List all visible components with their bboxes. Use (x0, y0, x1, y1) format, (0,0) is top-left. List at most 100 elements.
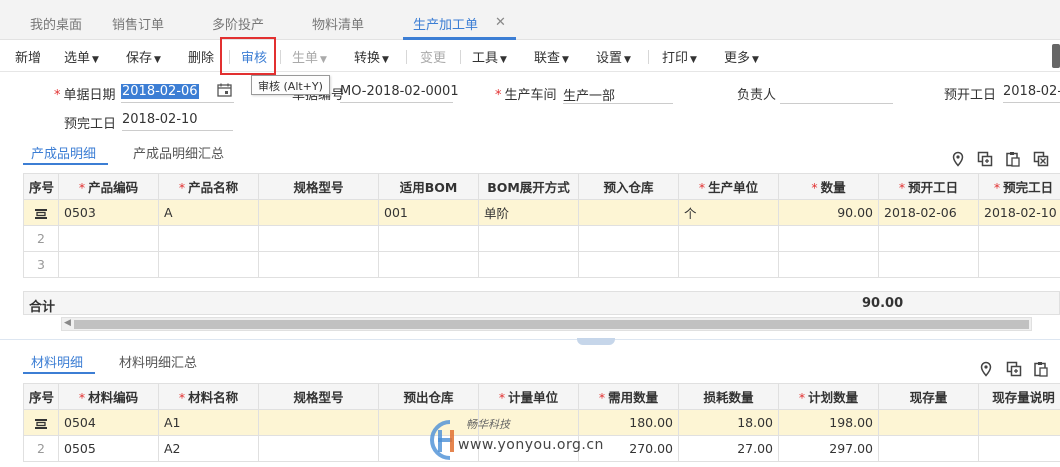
table-cell[interactable] (258, 435, 379, 462)
column-header[interactable]: 规格型号 (258, 173, 379, 200)
table-row[interactable]: 2 (23, 225, 1060, 252)
more-button[interactable]: 更多 ▼ (724, 47, 759, 66)
column-header[interactable]: BOM展开方式 (478, 173, 579, 200)
row-edit-icon[interactable] (34, 208, 48, 220)
workshop-field[interactable]: 生产一部 (563, 82, 673, 104)
tab-sales-order[interactable]: 销售订单 (112, 14, 164, 34)
table-cell[interactable] (578, 199, 679, 226)
column-header[interactable]: * 产品编码 (58, 173, 159, 200)
paste-row-icon[interactable] (1033, 361, 1049, 377)
add-button[interactable]: 新增 (15, 47, 41, 66)
column-header[interactable]: 规格型号 (258, 383, 379, 410)
column-header[interactable]: 预出仓库 (378, 383, 479, 410)
column-header[interactable]: * 计划数量 (778, 383, 879, 410)
table-cell[interactable] (878, 435, 979, 462)
table-cell[interactable] (578, 225, 679, 252)
table-cell[interactable]: 0504 (58, 409, 159, 436)
tab-product-summary[interactable]: 产成品明细汇总 (133, 143, 224, 162)
column-header[interactable]: 适用BOM (378, 173, 479, 200)
column-header[interactable]: * 预完工日 (978, 173, 1060, 200)
column-header[interactable]: 损耗数量 (678, 383, 779, 410)
column-header[interactable]: 现存量说明 (978, 383, 1060, 410)
table-cell[interactable] (878, 251, 979, 278)
delete-row-icon[interactable] (1033, 151, 1049, 167)
toolbar-scroll-handle[interactable] (1052, 44, 1060, 68)
table-cell[interactable]: 18.00 (678, 409, 779, 436)
docno-field[interactable]: MO-2018-02-0001 (340, 81, 459, 103)
table-cell[interactable] (258, 225, 379, 252)
tools-button[interactable]: 工具 ▼ (472, 47, 507, 66)
tab-material-detail[interactable]: 材料明细 (31, 352, 83, 371)
generate-button[interactable]: 生单 ▼ (292, 47, 327, 66)
table-cell[interactable]: 2018-02-10 (978, 199, 1060, 226)
table-cell[interactable]: 90.00 (778, 199, 879, 226)
calendar-icon[interactable] (217, 83, 232, 97)
table-cell[interactable] (58, 251, 159, 278)
panel-splitter-handle[interactable] (577, 338, 615, 345)
column-header[interactable]: * 材料编码 (58, 383, 159, 410)
table-cell[interactable] (878, 409, 979, 436)
table-cell[interactable]: 0505 (58, 435, 159, 462)
table-cell[interactable]: 297.00 (778, 435, 879, 462)
table-cell[interactable] (478, 251, 579, 278)
column-header[interactable]: * 需用数量 (578, 383, 679, 410)
paste-row-icon[interactable] (1005, 151, 1021, 167)
column-header[interactable]: 预入仓库 (578, 173, 679, 200)
table-cell[interactable] (158, 225, 259, 252)
table-cell[interactable] (58, 225, 159, 252)
column-header[interactable]: * 材料名称 (158, 383, 259, 410)
tab-multi-level-production[interactable]: 多阶投产 (212, 14, 264, 34)
table-cell[interactable] (258, 251, 379, 278)
table-cell[interactable] (478, 225, 579, 252)
owner-field[interactable] (780, 82, 893, 104)
column-header[interactable]: * 产品名称 (158, 173, 259, 200)
column-header[interactable]: * 数量 (778, 173, 879, 200)
print-button[interactable]: 打印 ▼ (662, 47, 697, 66)
tab-material-summary[interactable]: 材料明细汇总 (119, 352, 197, 371)
table-cell[interactable] (878, 225, 979, 252)
table-cell[interactable]: 198.00 (778, 409, 879, 436)
table-cell[interactable] (978, 409, 1060, 436)
table-cell[interactable] (978, 435, 1060, 462)
settings-button[interactable]: 设置 ▼ (596, 47, 631, 66)
table-cell[interactable] (778, 251, 879, 278)
table-cell[interactable]: 27.00 (678, 435, 779, 462)
copy-row-icon[interactable] (1006, 361, 1022, 377)
row-edit-icon[interactable] (34, 418, 48, 430)
tab-product-detail[interactable]: 产成品明细 (31, 143, 96, 162)
table-cell[interactable]: 单阶 (478, 199, 579, 226)
table-cell[interactable] (678, 225, 779, 252)
table-cell[interactable] (578, 251, 679, 278)
horizontal-scrollbar[interactable]: ◀ (61, 317, 1032, 331)
close-icon[interactable]: ✕ (495, 15, 506, 30)
table-cell[interactable] (258, 409, 379, 436)
table-row[interactable]: 3 (23, 251, 1060, 278)
table-cell[interactable] (978, 225, 1060, 252)
link-query-button[interactable]: 联查 ▼ (534, 47, 569, 66)
table-cell[interactable]: A2 (158, 435, 259, 462)
tab-my-desktop[interactable]: 我的桌面 (30, 14, 82, 34)
location-pin-icon[interactable] (978, 361, 994, 377)
table-cell[interactable]: 001 (378, 199, 479, 226)
table-cell[interactable] (258, 199, 379, 226)
table-cell[interactable] (978, 251, 1060, 278)
table-cell[interactable]: 0503 (58, 199, 159, 226)
column-header[interactable]: * 预开工日 (878, 173, 979, 200)
scrollbar-thumb[interactable] (74, 320, 1029, 329)
column-header[interactable]: * 计量单位 (478, 383, 579, 410)
select-button[interactable]: 选单 ▼ (64, 47, 99, 66)
table-cell[interactable] (678, 251, 779, 278)
table-cell[interactable] (778, 225, 879, 252)
column-header[interactable]: 序号 (23, 173, 59, 200)
table-cell[interactable] (158, 251, 259, 278)
finish-date-field[interactable]: 2018-02-10 (122, 109, 233, 131)
table-cell[interactable]: A1 (158, 409, 259, 436)
table-row[interactable]: 0503 A 001 单阶 个 90.00 2018-02-06 2018-02-10 (23, 199, 1060, 226)
table-cell[interactable]: 个 (678, 199, 779, 226)
table-cell[interactable]: A (158, 199, 259, 226)
scroll-left-icon[interactable]: ◀ (64, 318, 71, 328)
change-button[interactable]: 变更 (420, 47, 446, 66)
location-pin-icon[interactable] (950, 151, 966, 167)
tab-bom[interactable]: 物料清单 (312, 14, 364, 34)
convert-button[interactable]: 转换 ▼ (354, 47, 389, 66)
